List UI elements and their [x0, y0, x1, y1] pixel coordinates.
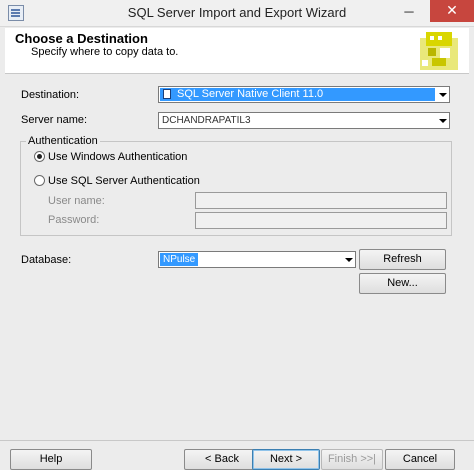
server-name-combobox[interactable]: DCHANDRAPATIL3 — [158, 112, 450, 129]
database-value: NPulse — [160, 253, 199, 266]
sql-auth-radio[interactable] — [34, 175, 45, 186]
chevron-down-icon[interactable] — [437, 114, 448, 127]
password-label: Password: — [48, 214, 100, 226]
help-button[interactable]: Help — [10, 449, 92, 470]
finish-button[interactable]: Finish >>| — [321, 449, 383, 470]
windows-auth-radio[interactable] — [34, 151, 45, 162]
back-button[interactable]: < Back — [184, 449, 260, 470]
minimize-button[interactable]: ─ — [398, 0, 420, 26]
database-combobox[interactable]: NPulse — [158, 251, 356, 268]
refresh-button[interactable]: Refresh — [359, 249, 446, 270]
wizard-graphic-icon — [420, 32, 458, 70]
page-subtitle: Specify where to copy data to. — [31, 46, 179, 58]
destination-combobox[interactable]: SQL Server Native Client 11.0 — [158, 86, 450, 103]
wizard-header: Choose a Destination Specify where to co… — [5, 28, 469, 74]
close-button[interactable]: ✕ — [430, 0, 474, 22]
database-label: Database: — [21, 254, 72, 266]
cancel-button[interactable]: Cancel — [385, 449, 455, 470]
username-label: User name: — [48, 195, 105, 207]
page-title: Choose a Destination — [15, 31, 148, 46]
chevron-down-icon[interactable] — [437, 88, 448, 101]
title-bar: SQL Server Import and Export Wizard ─ ✕ — [0, 0, 474, 27]
destination-value: SQL Server Native Client 11.0 — [177, 88, 324, 100]
password-input[interactable] — [195, 212, 447, 229]
destination-selection: SQL Server Native Client 11.0 — [160, 88, 435, 101]
destination-label: Destination: — [21, 89, 80, 101]
footer-divider — [0, 440, 474, 441]
username-input[interactable] — [195, 192, 447, 209]
server-name-label: Server name: — [21, 114, 88, 126]
authentication-group-label: Authentication — [26, 135, 100, 147]
sql-auth-label[interactable]: Use SQL Server Authentication — [48, 175, 200, 187]
server-name-value: DCHANDRAPATIL3 — [162, 115, 251, 126]
windows-auth-label[interactable]: Use Windows Authentication — [48, 151, 187, 163]
chevron-down-icon[interactable] — [343, 253, 354, 266]
next-button[interactable]: Next > — [252, 449, 320, 470]
sql-server-icon — [163, 89, 171, 99]
new-database-button[interactable]: New... — [359, 273, 446, 294]
